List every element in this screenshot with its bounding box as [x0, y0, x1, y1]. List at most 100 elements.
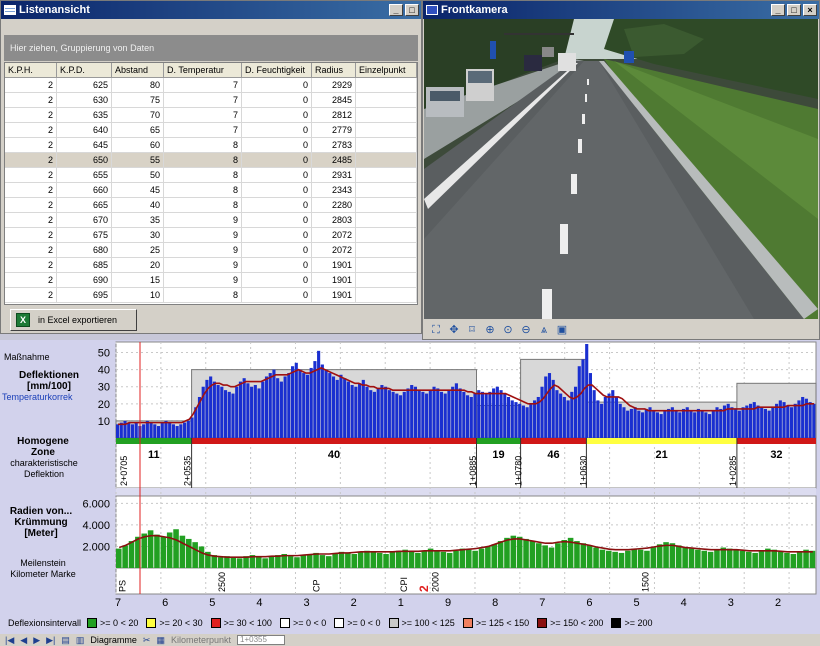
close-icon[interactable]: ×	[803, 4, 817, 16]
km-axis-label: 1	[398, 597, 404, 609]
deflection-bar	[614, 396, 619, 438]
deflection-bar	[674, 410, 678, 438]
prev-icon[interactable]: ◀	[20, 635, 27, 646]
radius-bar	[599, 549, 606, 568]
deflection-bar	[499, 390, 503, 438]
table-cell: 665	[57, 198, 112, 213]
table-row[interactable]: 2 630 75 7 0 2845	[5, 93, 417, 108]
km-axis-label: 6	[586, 597, 592, 609]
zoom-out-icon[interactable]: ⊖	[519, 323, 533, 337]
road-icon[interactable]: ⩓	[537, 323, 551, 337]
zoom-in-icon[interactable]: ⊕	[483, 323, 497, 337]
data-grid[interactable]: K.P.H. K.P.D. Abstand D. Temperatur D. Feuch…	[4, 62, 418, 305]
y-tick-label: 40	[98, 365, 110, 377]
first-icon[interactable]: |◀	[5, 635, 14, 646]
deflection-bar	[171, 424, 175, 438]
table-row[interactable]: 2 650 55 8 0 2485	[5, 153, 417, 168]
list-icon[interactable]: ▤	[61, 635, 70, 646]
maximize-icon[interactable]: □	[787, 4, 801, 16]
column-header[interactable]: K.P.H.	[5, 63, 57, 77]
column-header[interactable]: Einzelpunkt	[356, 63, 417, 77]
table-row[interactable]: 2 670 35 9 0 2803	[5, 213, 417, 228]
table-row[interactable]: 2 690 15 9 0 1901	[5, 273, 417, 288]
select-icon[interactable]: ⌑	[465, 323, 479, 337]
export-excel-button[interactable]: X in Excel exportieren	[10, 309, 137, 331]
table-cell: 2	[5, 108, 57, 123]
table-cell: 40	[112, 198, 164, 213]
page-icon[interactable]: ▦	[156, 635, 165, 646]
table-row[interactable]: 2 655 50 8 0 2931	[5, 168, 417, 183]
next-icon[interactable]: ▶	[33, 635, 40, 646]
table-cell: 65	[112, 123, 164, 138]
table-cell: 2	[5, 153, 57, 168]
deflection-bar	[637, 410, 641, 438]
table-row[interactable]: 2 635 70 7 0 2812	[5, 108, 417, 123]
save-icon[interactable]: ▣	[555, 323, 569, 337]
diagram-label[interactable]: Diagramme	[90, 635, 137, 645]
zoom-icon[interactable]: ⊙	[501, 323, 515, 337]
table-row[interactable]: 2 665 40 8 0 2280	[5, 198, 417, 213]
maximize-icon[interactable]: □	[405, 4, 419, 16]
deflection-bar	[253, 385, 257, 438]
radius-bar	[606, 550, 612, 568]
minimize-icon[interactable]: _	[771, 4, 785, 16]
column-header[interactable]: Radius	[312, 63, 356, 77]
table-row[interactable]: 2 675 30 9 0 2072	[5, 228, 417, 243]
km-axis-label: 4	[256, 597, 262, 609]
deflection-bar	[648, 407, 652, 438]
radius-bar	[434, 550, 440, 568]
app-root: Listenansicht _ □ Hier ziehen, Gruppieru…	[0, 0, 820, 646]
table-row[interactable]: 2 625 80 7 0 2929	[5, 78, 417, 93]
list-window-titlebar[interactable]: Listenansicht _ □	[1, 1, 421, 19]
km-input[interactable]: 1+0355	[237, 635, 286, 645]
column-header[interactable]: D. Temperatur	[164, 63, 242, 77]
column-header[interactable]: Abstand	[112, 63, 164, 77]
column-header[interactable]: D. Feuchtigkeit	[242, 63, 312, 77]
deflection-bar	[559, 393, 563, 438]
fit-icon[interactable]: ⛶	[429, 323, 443, 337]
table-cell	[356, 198, 417, 213]
deflection-bar	[708, 414, 712, 438]
radius-bar	[656, 544, 663, 568]
radius-bar	[128, 541, 135, 568]
radius-bar	[287, 556, 294, 568]
table-cell: 0	[242, 213, 312, 228]
deflection-bar	[458, 388, 462, 438]
deflection-bar	[700, 410, 704, 438]
radius-bar	[561, 540, 568, 568]
deflection-bar	[156, 426, 161, 438]
km-axis-label: 5	[634, 597, 640, 609]
minimize-icon[interactable]: _	[389, 4, 403, 16]
table-row[interactable]: 2 645 60 8 0 2783	[5, 138, 417, 153]
column-header[interactable]: K.P.D.	[57, 63, 112, 77]
table-cell: 1901	[312, 288, 356, 303]
list-window-title: Listenansicht	[19, 4, 90, 16]
y-tick-label: 2.000	[82, 541, 110, 553]
radius-bar	[612, 551, 618, 568]
zone-marker-label: 2+0535	[183, 456, 193, 486]
table-row[interactable]: 2 695 10 8 0 1901	[5, 288, 417, 303]
last-icon[interactable]: ▶|	[46, 635, 55, 646]
table-cell: 2779	[312, 123, 356, 138]
table-row[interactable]: 2 640 65 7 0 2779	[5, 123, 417, 138]
legend-item: >= 0 < 20	[87, 618, 138, 628]
radius-bar	[593, 547, 599, 568]
legend-label: >= 30 < 100	[223, 618, 272, 628]
deflection-bar	[454, 383, 458, 438]
deflection-chart[interactable]: 102030405011 40 19 46 21 322+0705 2+0535 1+0885…	[0, 340, 820, 614]
table-row[interactable]: 2 685 20 9 0 1901	[5, 258, 417, 273]
pan-icon[interactable]: ✥	[447, 323, 461, 337]
legend-swatch	[210, 618, 221, 628]
table-row[interactable]: 2 680 25 9 0 2072	[5, 243, 417, 258]
char-deflektion-label: charakteristische Deflektion	[10, 458, 78, 479]
camera-window-titlebar[interactable]: Frontkamera _ □ ×	[423, 1, 819, 19]
zone-color-band	[116, 438, 192, 444]
table-cell: 75	[112, 93, 164, 108]
tool-icon[interactable]: ✂	[143, 635, 151, 646]
chart-icon[interactable]: ▥	[76, 635, 85, 646]
group-drop-area[interactable]: Hier ziehen, Gruppierung von Daten	[4, 35, 418, 61]
table-row[interactable]: 2 660 45 8 0 2343	[5, 183, 417, 198]
deflection-bar	[741, 407, 745, 438]
deflection-bar	[238, 381, 242, 438]
deflection-bar	[372, 391, 377, 438]
